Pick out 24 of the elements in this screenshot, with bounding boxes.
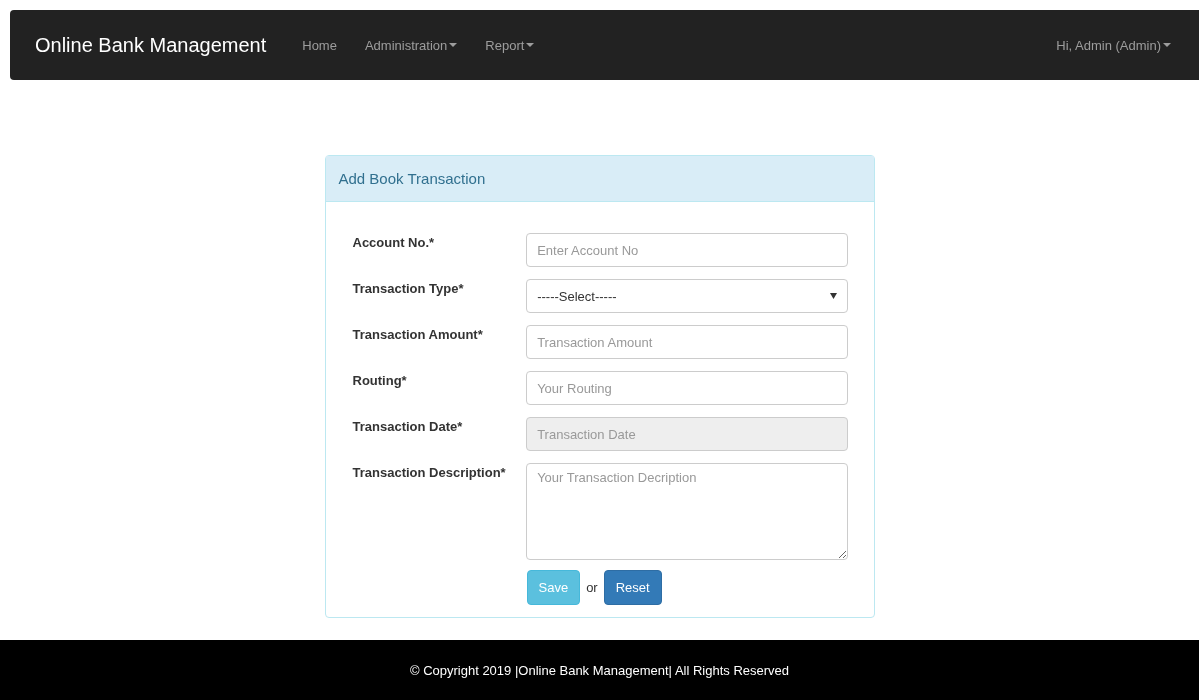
field-label: Routing*: [352, 372, 408, 388]
nav-link[interactable]: Home: [302, 37, 337, 53]
brand-link[interactable]: Online Bank Management: [35, 33, 267, 57]
copyright-text: © Copyright 2019 |Online Bank Management| All Rights Reserved: [409, 662, 790, 678]
field-label: Transaction Amount*: [352, 326, 484, 342]
field-label: Account No.*: [352, 234, 436, 250]
field-label: Transaction Description*: [352, 464, 507, 480]
nav-link[interactable]: Report: [485, 37, 535, 53]
nav-link[interactable]: Administration: [364, 37, 458, 53]
input-field[interactable]: Transaction Amount: [526, 325, 848, 359]
or-text: or: [586, 580, 598, 595]
input-field[interactable]: Enter Account No: [526, 233, 848, 267]
caret-icon: [449, 42, 458, 48]
reset-button[interactable]: Reset: [603, 570, 662, 605]
caret-icon: [526, 42, 535, 48]
input-field[interactable]: Your Routing: [526, 371, 848, 405]
field-label: Transaction Type*: [352, 280, 465, 296]
caret-icon: [1163, 42, 1171, 48]
textarea-field[interactable]: Your Transaction Decription: [526, 463, 848, 560]
panel-title: Add Book Transaction: [338, 170, 486, 187]
field-label: Transaction Date*: [352, 418, 464, 434]
select-field[interactable]: -----Select-----: [526, 279, 848, 313]
user-menu[interactable]: Hi, Admin (Admin): [1056, 37, 1171, 53]
dropdown-arrow-icon: [829, 293, 837, 299]
